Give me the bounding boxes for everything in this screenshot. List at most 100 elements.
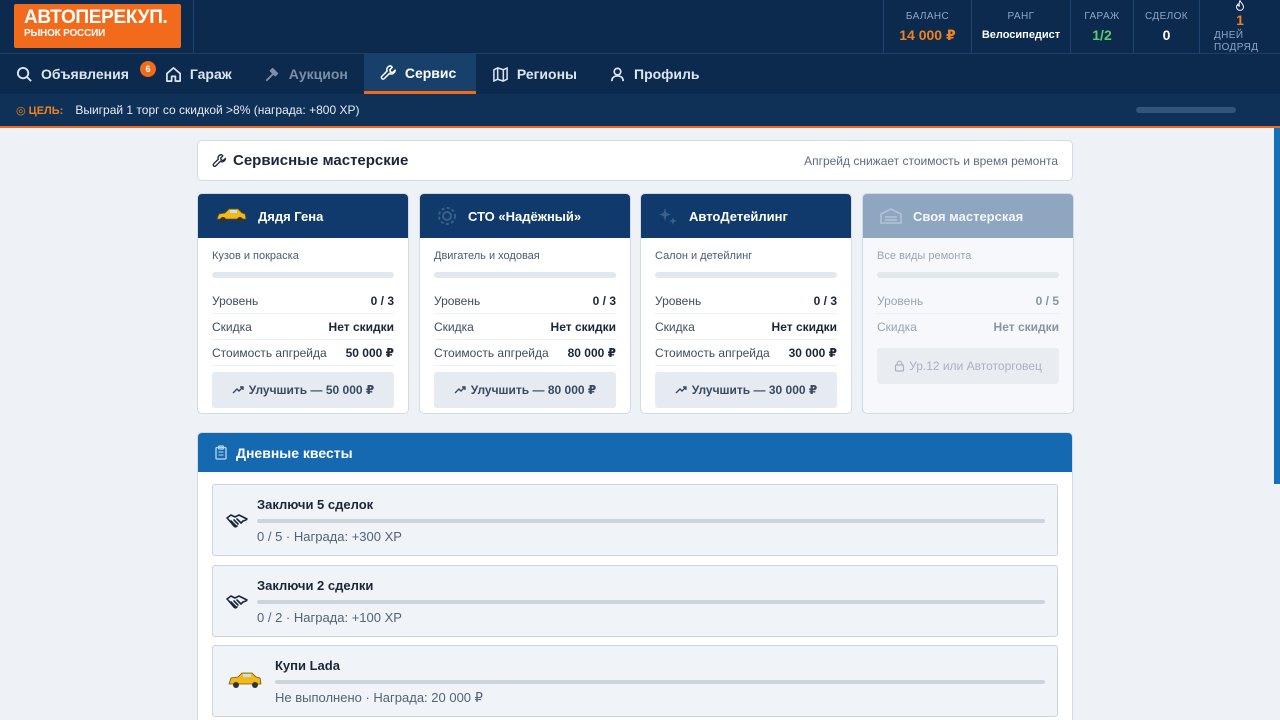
quest-title: Заключи 2 сделки xyxy=(257,578,374,593)
garage-value: 1/2 xyxy=(1092,26,1112,43)
trend-up-icon xyxy=(454,386,466,394)
upgrade-button-label: Улучшить — 80 000 ₽ xyxy=(470,383,597,397)
deals-label: СДЕЛОК xyxy=(1145,10,1189,22)
discount-label: Скидка xyxy=(434,319,474,334)
streak-stat: 1 ДНЕЙ ПОДРЯД xyxy=(1199,0,1280,54)
deals-value: 0 xyxy=(1162,26,1171,43)
discount-value: Нет скидки xyxy=(550,319,616,334)
garage-icon xyxy=(880,208,902,224)
handshake-icon xyxy=(226,514,248,528)
car-icon xyxy=(228,672,262,688)
discount-value: Нет скидки xyxy=(771,319,837,334)
quest-status: 0 / 2 · Награда: +100 XP xyxy=(257,610,402,625)
cost-value: 50 000 ₽ xyxy=(345,345,394,360)
rank-label: РАНГ xyxy=(1007,10,1035,22)
search-icon xyxy=(16,66,32,82)
shop-specialty: Салон и детейлинг xyxy=(655,250,753,262)
daily-quests-panel: Дневные квесты Заключи 5 сделок 0 / 5 · … xyxy=(197,432,1073,720)
map-icon xyxy=(492,66,508,82)
upgrade-button-label: Улучшить — 30 000 ₽ xyxy=(691,383,818,397)
garage-label: ГАРАЖ xyxy=(1084,10,1120,22)
upgrade-button[interactable]: Улучшить — 30 000 ₽ xyxy=(655,372,837,408)
level-value: 0 / 3 xyxy=(592,293,616,308)
user-icon xyxy=(610,67,625,81)
quest-title: Купи Lada xyxy=(275,658,340,673)
top-header: АВТОПЕРЕКУП. РЫНОК РОССИИ БАЛАНС 14 000 … xyxy=(0,0,1280,54)
flame-icon xyxy=(1236,0,1244,11)
level-row: Уровень 0 / 3 xyxy=(434,288,616,314)
locked-button-label: Ур.12 или Автоторговец xyxy=(909,359,1042,373)
discount-row: Скидка Нет скидки xyxy=(434,314,616,340)
lock-icon xyxy=(895,360,905,372)
shop-card-nadezhny: СТО «Надёжный» Двигатель и ходовая Урове… xyxy=(419,193,631,414)
discount-label: Скидка xyxy=(655,319,695,334)
level-row: Уровень 0 / 5 xyxy=(877,288,1059,314)
tab-auction[interactable]: Аукцион xyxy=(248,54,364,94)
tab-regions[interactable]: Регионы xyxy=(476,54,593,94)
tab-garage[interactable]: Гараж xyxy=(149,54,248,94)
discount-row: Скидка Нет скидки xyxy=(877,314,1059,340)
logo-title: АВТОПЕРЕКУП. xyxy=(24,7,168,28)
shop-level-bar xyxy=(434,272,616,278)
upgrade-button[interactable]: Улучшить — 80 000 ₽ xyxy=(434,372,616,408)
main-nav: Объявления 6 Гараж Аукцион Сервис Регион… xyxy=(0,54,1280,94)
level-label: Уровень xyxy=(655,293,702,308)
goal-progress-bar xyxy=(1136,107,1236,113)
shop-specialty: Двигатель и ходовая xyxy=(434,250,540,262)
tab-ads[interactable]: Объявления 6 xyxy=(0,54,156,94)
quest-item[interactable]: Купи Lada Не выполнено · Награда: 20 000… xyxy=(212,645,1058,717)
tab-regions-label: Регионы xyxy=(516,66,578,82)
cost-label: Стоимость апгрейда xyxy=(212,345,327,360)
taxi-car-icon xyxy=(216,208,247,223)
clipboard-icon xyxy=(215,445,227,460)
level-row: Уровень 0 / 3 xyxy=(212,288,394,314)
app-logo[interactable]: АВТОПЕРЕКУП. РЫНОК РОССИИ xyxy=(14,4,181,48)
balance-label: БАЛАНС xyxy=(905,10,950,22)
quest-status: Не выполнено · Награда: 20 000 ₽ xyxy=(275,690,483,705)
cost-row: Стоимость апгрейда 30 000 ₽ xyxy=(655,340,837,366)
discount-label: Скидка xyxy=(877,320,917,334)
tab-service[interactable]: Сервис xyxy=(363,54,476,94)
quest-item[interactable]: Заключи 2 сделки 0 / 2 · Награда: +100 X… xyxy=(212,565,1058,637)
cost-row: Стоимость апгрейда 80 000 ₽ xyxy=(434,340,616,366)
tab-profile[interactable]: Профиль xyxy=(593,54,716,94)
discount-label: Скидка xyxy=(212,319,252,334)
scrollbar-thumb[interactable] xyxy=(1274,128,1280,484)
cost-value: 30 000 ₽ xyxy=(788,345,837,360)
discount-row: Скидка Нет скидки xyxy=(212,314,394,340)
goal-label: ◎ ЦЕЛЬ: xyxy=(16,104,64,117)
wrench-icon xyxy=(380,65,396,80)
garage-stat: ГАРАЖ 1/2 xyxy=(1070,0,1133,54)
header-stats: БАЛАНС 14 000 ₽ РАНГ Велосипедист ГАРАЖ … xyxy=(883,0,1280,54)
level-label: Уровень xyxy=(212,293,259,308)
shop-specialty: Все виды ремонта xyxy=(877,250,972,262)
handshake-icon xyxy=(226,595,248,609)
level-value: 0 / 3 xyxy=(813,293,837,308)
quest-item[interactable]: Заключи 5 сделок 0 / 5 · Награда: +300 X… xyxy=(212,484,1058,556)
gear-icon xyxy=(438,207,456,225)
trend-up-icon xyxy=(675,386,687,394)
shop-card-uncle-gena: Дядя Гена Кузов и покраска Уровень 0 / 3 … xyxy=(197,193,409,414)
upgrade-button[interactable]: Улучшить — 50 000 ₽ xyxy=(212,372,394,408)
discount-value: Нет скидки xyxy=(993,320,1059,334)
streak-label: ДНЕЙ ПОДРЯД xyxy=(1214,30,1259,53)
level-label: Уровень xyxy=(434,293,481,308)
shop-name: АвтоДетейлинг xyxy=(689,208,788,224)
tab-service-label: Сервис xyxy=(404,64,457,81)
goal-label-text: ЦЕЛЬ: xyxy=(28,104,64,117)
house-icon xyxy=(165,66,181,82)
wrench-icon xyxy=(212,154,227,167)
page-hint: Апгрейд снижает стоимость и время ремонт… xyxy=(804,153,1058,168)
level-value: 0 / 5 xyxy=(1035,293,1059,308)
shop-level-bar xyxy=(212,272,394,278)
gavel-icon xyxy=(265,67,278,81)
goal-text: Выиграй 1 торг со скидкой >8% (награда: … xyxy=(75,103,360,117)
balance-stat: БАЛАНС 14 000 ₽ xyxy=(883,0,971,54)
shop-level-bar xyxy=(655,272,837,278)
tab-profile-label: Профиль xyxy=(634,66,700,82)
tab-auction-label: Аукцион xyxy=(288,66,348,82)
shop-card-header: СТО «Надёжный» xyxy=(420,194,630,238)
page-title: Сервисные мастерские xyxy=(233,152,409,169)
header-divider xyxy=(193,0,194,54)
locked-button[interactable]: Ур.12 или Автоторговец xyxy=(877,348,1059,384)
